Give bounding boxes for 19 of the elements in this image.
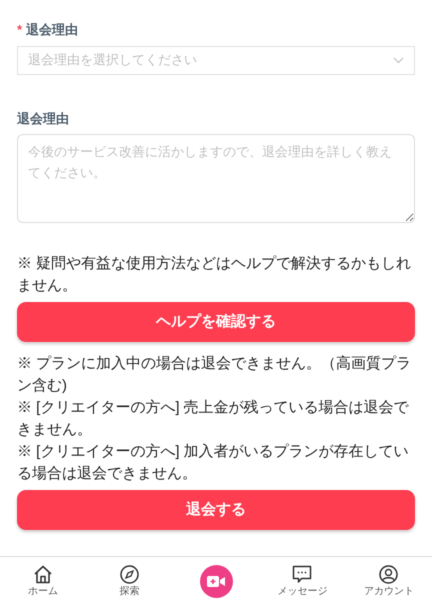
nav-tab[interactable]: 探索 xyxy=(120,565,140,597)
reason-textarea[interactable]: 今後のサービス改善に活かしますので、退会理由を詳しく教えてください。 xyxy=(17,134,415,223)
chevron-down-icon xyxy=(393,56,404,64)
nav-tab[interactable]: メッセージ xyxy=(277,565,328,597)
notice-text: ※ [クリエイターの方へ] 売上金が残っている場合は退会できません。 xyxy=(17,398,410,440)
chat-icon xyxy=(292,565,312,584)
home-icon xyxy=(33,565,54,584)
compass-icon xyxy=(120,565,140,584)
account-icon xyxy=(379,565,398,584)
video-record-button[interactable] xyxy=(200,565,233,598)
required-mark: * xyxy=(17,21,22,39)
nav-tab[interactable]: アカウント xyxy=(364,565,414,597)
notice-text: ※ プランに加入中の場合は退会できません。（高画質プラン含む) xyxy=(17,354,412,396)
field-label: 退会理由 xyxy=(26,21,78,39)
nav-tab[interactable]: ホーム xyxy=(28,565,58,597)
notice-text: ※ [クリエイターの方へ] 加入者がいるプランが存在している場合は退会できません。 xyxy=(17,442,410,484)
help-note: ※ 疑問や有益な使用方法などはヘルプで解決するかもしれません。 xyxy=(17,254,412,296)
video-plus-icon xyxy=(207,576,226,587)
field-label: 退会理由 xyxy=(17,110,69,128)
